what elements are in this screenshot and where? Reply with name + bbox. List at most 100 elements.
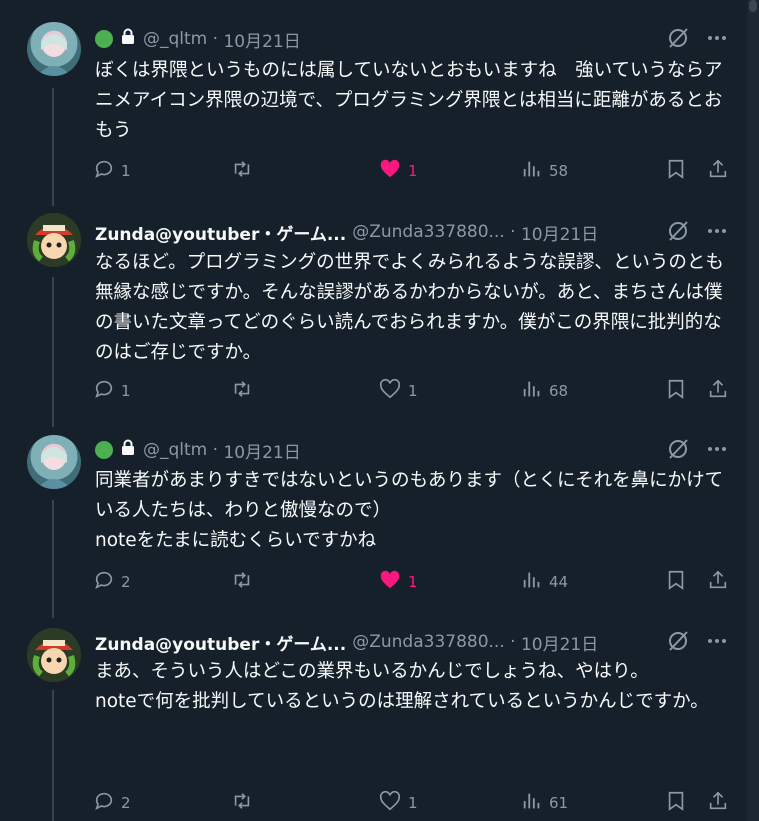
reply-icon [93,790,115,816]
views-button[interactable]: 58 [521,159,568,183]
retweet-button[interactable] [230,570,260,594]
reply-count: 2 [121,794,131,812]
scrollbar-track[interactable] [747,0,759,821]
bookmark-icon [665,569,687,595]
handle[interactable]: @Zunda337880... [352,632,505,652]
tweet[interactable]: @_qltm · 10月21日 同業者があまりすきではないというのもあります（と… [0,420,745,620]
timestamp[interactable]: 10月21日 [223,438,300,463]
tweet-text: ぼくは界隈というものには属していないとおもいますね 強いていうならアニメアイコン… [95,60,723,141]
views-icon [521,790,543,816]
handle[interactable]: @_qltm [143,29,207,49]
scrollbar-thumb[interactable] [749,0,757,12]
retweet-icon [230,158,254,184]
tweet-text: 同業者があまりすきではないというのもあります（とくにそれを鼻にかけている人たちは… [95,470,724,551]
heart-icon [378,158,402,184]
retweet-icon [230,569,254,595]
views-icon [521,378,543,404]
avatar[interactable] [27,628,81,682]
grok-icon[interactable] [666,219,690,247]
tweet[interactable]: Zunda@youtuber・ゲーム... @Zunda337880... · … [0,205,745,420]
heart-icon [378,790,402,816]
bookmark-button[interactable] [665,791,687,815]
bookmark-icon [665,158,687,184]
like-button[interactable]: 1 [378,159,418,183]
bookmark-button[interactable] [665,159,687,183]
tweet[interactable]: Zunda@youtuber・ゲーム... @Zunda337880... · … [0,620,745,821]
heart-icon [378,569,402,595]
reply-count: 1 [121,382,131,400]
share-button[interactable] [707,791,729,815]
retweet-button[interactable] [230,159,260,183]
like-count: 1 [408,794,418,812]
retweet-icon [230,378,254,404]
retweet-icon [230,790,254,816]
retweet-button[interactable] [230,791,260,815]
more-icon[interactable] [705,219,729,247]
views-button[interactable]: 44 [521,570,568,594]
more-icon[interactable] [705,437,729,465]
share-button[interactable] [707,379,729,403]
action-bar: 2 1 61 [93,790,733,816]
status-dot [95,441,113,459]
views-icon [521,569,543,595]
grok-icon[interactable] [666,437,690,465]
avatar[interactable] [27,22,81,76]
lock-icon [121,439,135,461]
grok-icon[interactable] [666,629,690,657]
timestamp[interactable]: 10月21日 [521,220,598,245]
timestamp[interactable]: 10月21日 [521,630,598,655]
like-button[interactable]: 1 [378,378,418,404]
share-icon [707,569,729,595]
handle[interactable]: @Zunda337880... [352,222,505,242]
views-icon [521,158,543,184]
share-button[interactable] [707,570,729,594]
share-icon [707,790,729,816]
more-icon[interactable] [705,629,729,657]
tweet[interactable]: @_qltm · 10月21日 ぼくは界隈というものには属していないとおもいます… [0,0,745,205]
reply-button[interactable]: 2 [93,791,131,815]
tweet-header: Zunda@youtuber・ゲーム... @Zunda337880... · … [95,220,598,245]
views-button[interactable]: 68 [521,379,568,403]
bookmark-icon [665,378,687,404]
bookmark-button[interactable] [665,570,687,594]
retweet-button[interactable] [230,379,260,403]
more-icon[interactable] [705,26,729,54]
views-button[interactable]: 61 [521,791,568,815]
share-icon [707,158,729,184]
reply-button[interactable]: 1 [93,159,131,183]
status-dot [95,30,113,48]
display-name[interactable]: Zunda@youtuber・ゲーム... [95,630,346,655]
display-name[interactable]: Zunda@youtuber・ゲーム... [95,220,346,245]
tweet-header: @_qltm · 10月21日 [95,438,301,463]
like-button[interactable]: 1 [378,790,418,816]
handle[interactable]: @_qltm [143,440,207,460]
avatar[interactable] [27,213,81,267]
tweet-header: @_qltm · 10月21日 [95,27,301,52]
tweet-header: Zunda@youtuber・ゲーム... @Zunda337880... · … [95,630,598,655]
like-count: 1 [408,573,418,591]
action-bar: 1 1 68 [93,378,733,404]
timestamp[interactable]: 10月21日 [223,27,300,52]
separator-dot: · [207,440,224,460]
view-count: 68 [549,382,569,400]
view-count: 58 [549,162,569,180]
avatar[interactable] [27,435,81,489]
share-button[interactable] [707,159,729,183]
like-button[interactable]: 1 [378,570,418,594]
bookmark-icon [665,790,687,816]
reply-button[interactable]: 2 [93,570,131,594]
like-count: 1 [408,162,418,180]
reply-button[interactable]: 1 [93,379,131,403]
reply-icon [93,378,115,404]
heart-icon [378,378,402,404]
grok-icon[interactable] [666,26,690,54]
reply-count: 1 [121,162,131,180]
bookmark-button[interactable] [665,379,687,403]
reply-icon [93,569,115,595]
reply-count: 2 [121,573,131,591]
view-count: 44 [549,573,569,591]
view-count: 61 [549,794,569,812]
action-bar: 2 1 44 [93,570,733,594]
tweet-text: まあ、そういう人はどこの業界もいるかんじでしょうね、やはり。 noteで何を批判… [95,661,709,712]
separator-dot: · [207,29,224,49]
